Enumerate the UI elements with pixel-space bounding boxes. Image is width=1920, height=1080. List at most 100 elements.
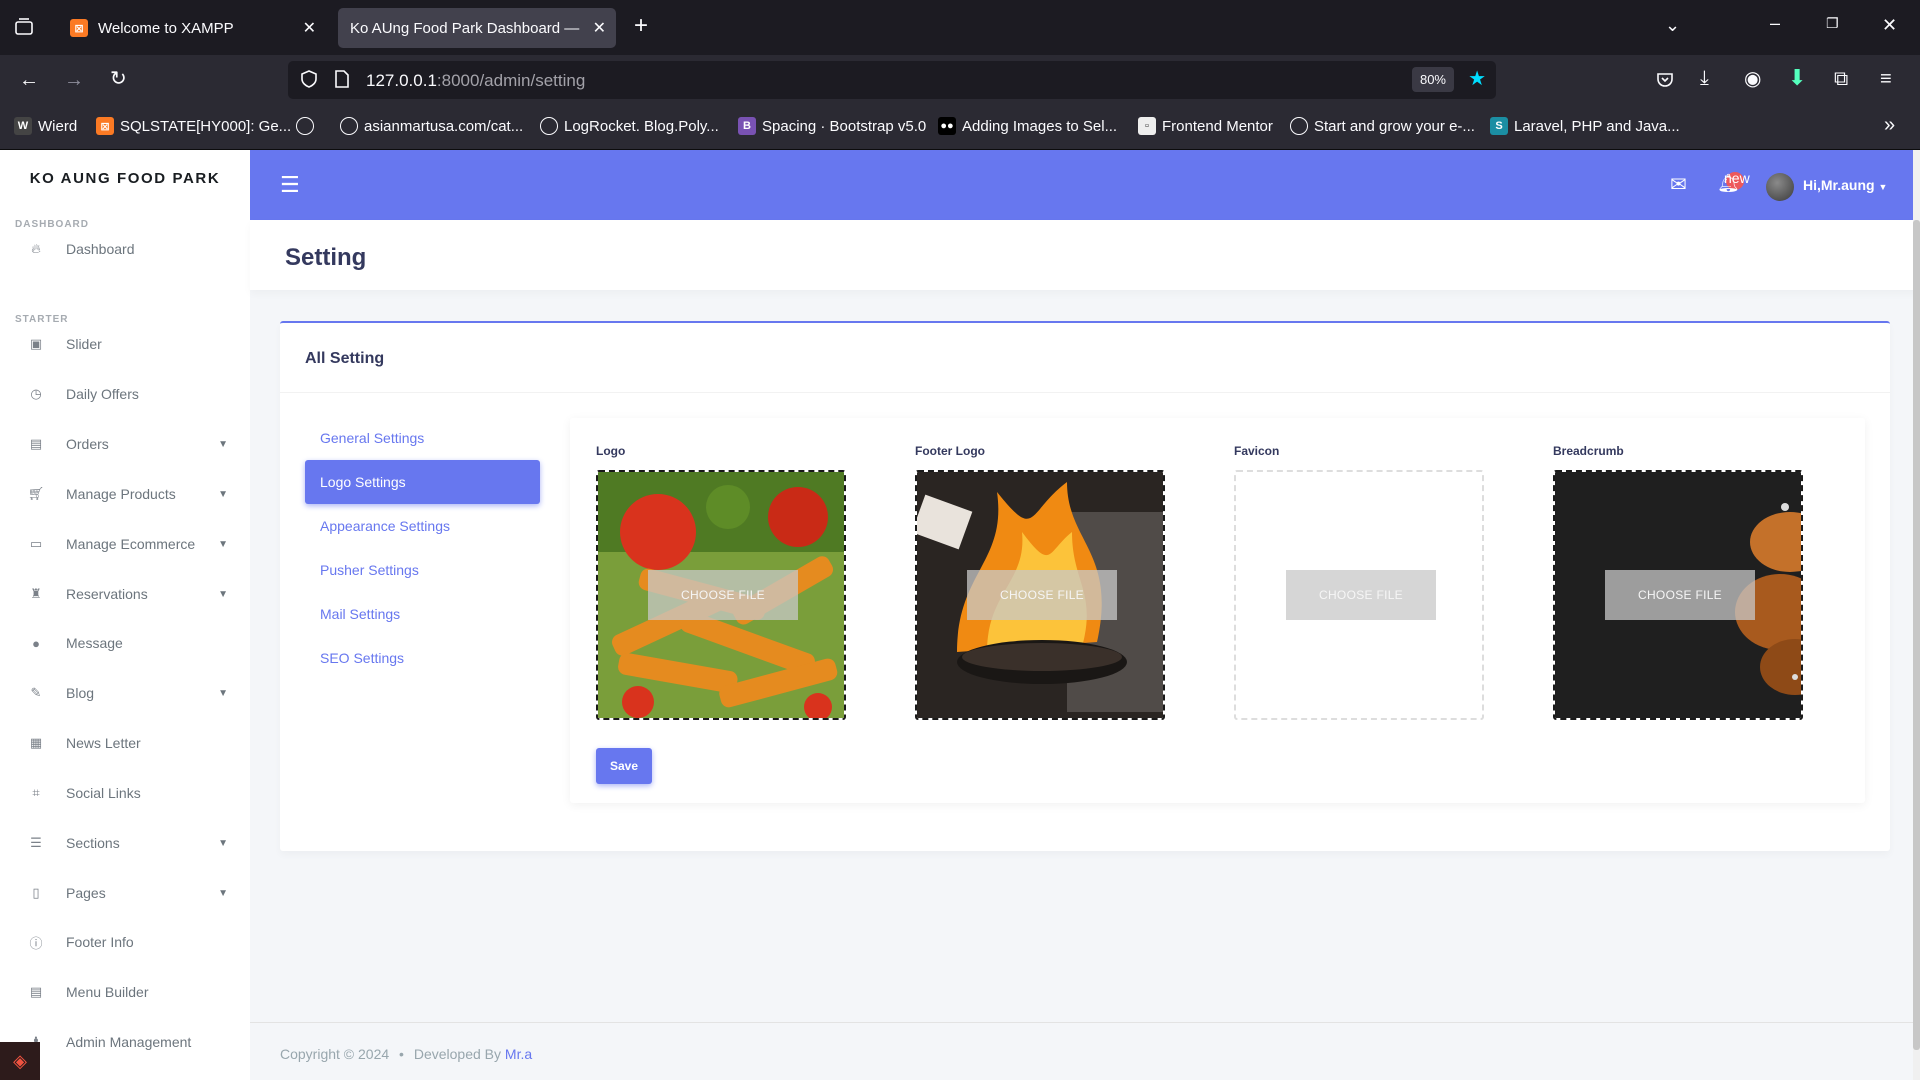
upload-footer-logo: Footer Logo CHOOSE FILE [915,444,1165,720]
chair-icon: ♜ [30,586,42,601]
favicon-preview[interactable]: CHOOSE FILE [1234,470,1484,720]
settings-tab-general-settings[interactable]: General Settings [305,416,540,460]
url-bar[interactable]: 127.0.0.1:8000/admin/setting 80% ★ [288,61,1496,99]
tab-dashboard[interactable]: Ko AUng Food Park Dashboard — S ✕ [338,8,616,48]
logo-preview[interactable]: CHOOSE FILE [596,470,846,720]
download-icon[interactable]: ⤓ [1700,68,1709,88]
settings-tab-pusher-settings[interactable]: Pusher Settings [305,548,540,592]
sidebar-toggle-icon[interactable]: ☰ [280,172,300,198]
box-icon: ▤ [29,436,43,451]
sidebar: KO AUNG FOOD PARK DASHBOARD STARTER 🔥︎ Da… [0,150,250,1080]
page-icon[interactable] [334,70,350,91]
sidebar-item-label: Message [66,635,123,651]
account-icon[interactable]: ◉ [1744,69,1761,89]
sidebar-item-orders[interactable]: ▤ Orders ▼ [0,424,250,464]
user-name: Hi,Mr.aung [1803,177,1875,193]
brand-title[interactable]: KO AUNG FOOD PARK [0,170,250,187]
pocket-icon[interactable] [1655,70,1675,93]
sidebar-item-news-letter[interactable]: ▦ News Letter [0,723,250,763]
sidebar-item-label: Orders [66,436,109,452]
settings-tab-seo-settings[interactable]: SEO Settings [305,636,540,680]
tab-list-icon[interactable] [14,17,34,40]
upload-label: Breadcrumb [1553,444,1624,458]
sidebar-item-menu-builder[interactable]: ▤ Menu Builder [0,972,250,1012]
url-text[interactable]: 127.0.0.1:8000/admin/setting [366,71,585,91]
choose-file-button[interactable]: CHOOSE FILE [967,570,1117,620]
bookmark-label: LogRocket. Blog.Poly... [564,117,719,135]
close-icon[interactable]: ✕ [303,18,316,38]
sidebar-item-slider[interactable]: ▣ Slider [0,324,250,364]
restore-icon[interactable]: ❐ [1826,16,1839,30]
sidebar-item-blog[interactable]: ✎ Blog ▼ [0,673,250,713]
page-scrollbar-thumb[interactable] [1913,220,1920,1050]
settings-tab-mail-settings[interactable]: Mail Settings [305,592,540,636]
bookmark-star-icon[interactable]: ★ [1468,69,1486,89]
bookmark-item[interactable]: ▫ Frontend Mentor [1138,117,1273,135]
new-tab-button[interactable]: + [634,14,648,38]
choose-file-button[interactable]: CHOOSE FILE [1286,570,1436,620]
settings-tab-appearance-settings[interactable]: Appearance Settings [305,504,540,548]
sidebar-item-pages[interactable]: ▯ Pages ▼ [0,873,250,913]
avatar[interactable] [1766,173,1794,201]
choose-file-button[interactable]: CHOOSE FILE [648,570,798,620]
reload-icon[interactable]: ↻ [110,69,127,89]
upload-favicon: Favicon CHOOSE FILE [1234,444,1484,720]
laravel-debugbar-icon[interactable]: ◈ [0,1042,40,1080]
url-path: :8000/admin/setting [436,71,586,90]
bookmark-item[interactable]: ⊠ SQLSTATE[HY000]: Ge... [96,117,291,135]
close-icon[interactable]: ✕ [593,18,606,38]
sidebar-item-dashboard[interactable]: 🔥︎ Dashboard [0,229,250,269]
footer-logo-preview[interactable]: CHOOSE FILE [915,470,1165,720]
author-link[interactable]: Mr.a [505,1046,532,1062]
save-button[interactable]: Save [596,748,652,784]
sidebar-item-manage-ecommerce[interactable]: ▭ Manage Ecommerce ▼ [0,524,250,564]
developed-by: Developed By [413,1046,502,1062]
bookmark-item[interactable]: B Spacing · Bootstrap v5.0 [738,117,926,135]
bookmark-item[interactable]: asianmartusa.com/cat... [340,117,523,135]
bookmark-label: Adding Images to Sel... [962,117,1118,135]
bookmark-label: Laravel, PHP and Java... [1514,117,1680,135]
bookmark-item[interactable]: ●● Adding Images to Sel... [938,117,1117,135]
shield-icon[interactable] [300,70,318,91]
back-icon[interactable]: ← [19,70,39,90]
bookmark-item[interactable]: Start and grow your e-... [1290,117,1475,135]
sidebar-item-label: Footer Info [66,934,134,950]
bookmark-item[interactable]: LogRocket. Blog.Poly... [540,117,719,135]
chevron-down-icon[interactable]: ⌄ [1665,16,1680,34]
choose-file-button[interactable]: CHOOSE FILE [1605,570,1755,620]
sidebar-item-message[interactable]: ● Message [0,623,250,663]
extensions-icon[interactable]: ⧉ [1834,69,1848,89]
sidebar-item-social-links[interactable]: ⌗ Social Links [0,773,250,813]
xampp-favicon-icon: ⊠ [70,19,88,37]
sidebar-item-label: Sections [66,835,120,851]
close-window-icon[interactable]: ✕ [1882,16,1897,34]
sidebar-item-reservations[interactable]: ♜ Reservations ▼ [0,574,250,614]
notification-badge: new [1724,170,1750,186]
sidebar-item-label: Admin Management [66,1034,192,1050]
bookmark-item[interactable]: S Laravel, PHP and Java... [1490,117,1680,135]
mail-icon[interactable]: ✉ [1670,172,1687,197]
bookmark-label: SQLSTATE[HY000]: Ge... [120,117,292,135]
upload-breadcrumb: Breadcrumb CHOOSE FILE [1553,444,1803,720]
app-topbar: ☰ ✉ 🔔︎ new Hi,Mr.aung ▼ [250,150,1920,220]
sidebar-item-label: Pages [66,885,106,901]
breadcrumb-preview[interactable]: CHOOSE FILE [1553,470,1803,720]
sidebar-item-label: Manage Products [66,486,176,502]
tab-xampp[interactable]: ⊠ Welcome to XAMPP ✕ [58,8,326,48]
wallet-icon: ▭ [29,536,43,551]
zoom-level[interactable]: 80% [1411,67,1454,92]
hamburger-menu-icon[interactable]: ≡ [1880,69,1892,89]
sidebar-item-manage-products[interactable]: 🛒︎ Manage Products ▼ [0,474,250,514]
settings-tab-logo-settings[interactable]: Logo Settings [305,460,540,504]
chat-icon: ● [32,635,40,651]
more-bookmarks-icon[interactable]: » [1884,115,1895,135]
user-dropdown[interactable]: Hi,Mr.aung ▼ [1803,177,1887,193]
forward-icon[interactable]: → [64,70,84,90]
bookmark-item[interactable] [296,117,320,135]
sidebar-item-sections[interactable]: ☰ Sections ▼ [0,823,250,863]
sidebar-item-daily-offers[interactable]: ◷ Daily Offers [0,374,250,414]
sidebar-item-footer-info[interactable]: ⓘ Footer Info [0,922,250,962]
minimize-icon[interactable]: – [1770,14,1780,32]
bookmark-item[interactable]: W Wierd [14,117,77,135]
extension-arrow-icon[interactable]: ⬇ [1788,67,1806,89]
